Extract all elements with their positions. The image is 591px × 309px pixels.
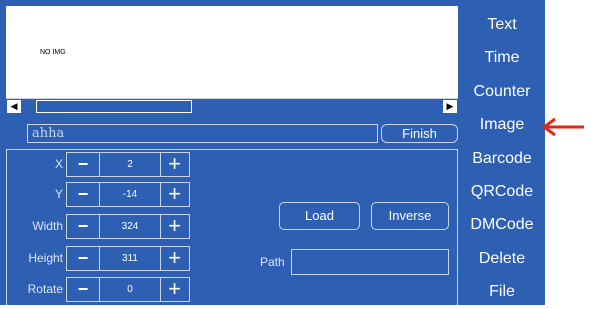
width-stepper: − 324 + — [66, 214, 190, 239]
path-input[interactable] — [291, 249, 449, 275]
width-decrement-button[interactable]: − — [67, 215, 99, 238]
name-input[interactable]: ahha — [27, 124, 378, 143]
x-value[interactable]: 2 — [99, 153, 161, 176]
properties-panel: X − 2 + Y − -14 + Width − 324 + Height −… — [6, 149, 458, 305]
left-arrow-icon — [541, 118, 584, 136]
y-stepper: − -14 + — [66, 182, 190, 207]
finish-button[interactable]: Finish — [381, 124, 458, 143]
scroll-right-button[interactable]: ▶ — [443, 100, 457, 113]
scroll-left-button[interactable]: ◀ — [7, 100, 21, 113]
menu-item-image[interactable]: Image — [462, 108, 542, 141]
menu-item-delete[interactable]: Delete — [462, 242, 542, 275]
y-label: Y — [54, 187, 63, 201]
load-button[interactable]: Load — [279, 202, 360, 230]
path-label: Path — [260, 255, 285, 269]
inverse-button[interactable]: Inverse — [371, 202, 449, 230]
height-value[interactable]: 311 — [99, 247, 161, 270]
menu-item-file[interactable]: File — [462, 275, 542, 308]
menu-item-counter[interactable]: Counter — [462, 75, 542, 108]
rotate-decrement-button[interactable]: − — [67, 278, 99, 301]
height-decrement-button[interactable]: − — [67, 247, 99, 270]
menu-item-time[interactable]: Time — [462, 41, 542, 74]
y-increment-button[interactable]: + — [160, 183, 189, 206]
menu-item-text[interactable]: Text — [462, 8, 542, 41]
horizontal-scrollbar[interactable]: ◀ ▶ — [6, 98, 458, 115]
x-increment-button[interactable]: + — [160, 153, 189, 176]
rotate-label: Rotate — [27, 282, 63, 296]
rotate-increment-button[interactable]: + — [160, 278, 189, 301]
rotate-stepper: − 0 + — [66, 277, 190, 302]
width-value[interactable]: 324 — [99, 215, 161, 238]
height-label: Height — [28, 251, 63, 265]
menu-item-qrcode[interactable]: QRCode — [462, 175, 542, 208]
scrollbar-thumb[interactable] — [36, 100, 192, 113]
height-stepper: − 311 + — [66, 246, 190, 271]
x-label: X — [54, 157, 63, 171]
image-editor-window: NO IMG ◀ ▶ ahha Finish X − 2 + Y − -14 +… — [0, 0, 545, 305]
x-decrement-button[interactable]: − — [67, 153, 99, 176]
y-decrement-button[interactable]: − — [67, 183, 99, 206]
menu-item-dmcode[interactable]: DMCode — [462, 208, 542, 241]
no-image-label: NO IMG — [40, 49, 66, 56]
object-menu: Text Time Counter Image Barcode QRCode D… — [462, 8, 542, 309]
height-increment-button[interactable]: + — [160, 247, 189, 270]
rotate-value[interactable]: 0 — [99, 278, 161, 301]
x-stepper: − 2 + — [66, 152, 190, 177]
y-value[interactable]: -14 — [99, 183, 161, 206]
width-label: Width — [32, 219, 63, 233]
menu-item-barcode[interactable]: Barcode — [462, 142, 542, 175]
width-increment-button[interactable]: + — [160, 215, 189, 238]
image-preview: NO IMG — [6, 6, 458, 98]
